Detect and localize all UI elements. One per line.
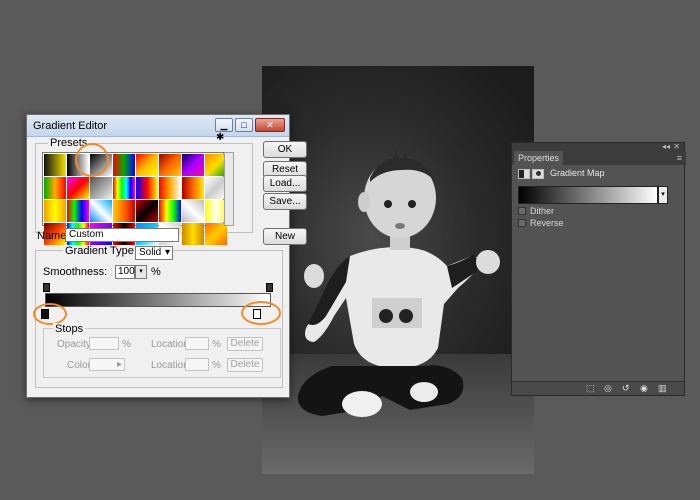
- arrow-right-icon[interactable]: ▸: [117, 359, 122, 370]
- smoothness-input[interactable]: 100: [115, 265, 135, 279]
- properties-footer: ⬚ ◎ ↺ ◉ ▥: [512, 381, 684, 395]
- preset-swatch[interactable]: [182, 200, 204, 222]
- reverse-label: Reverse: [530, 218, 564, 228]
- dither-checkbox[interactable]: [518, 207, 526, 215]
- gradient-map-preview[interactable]: [518, 186, 658, 204]
- load-button[interactable]: Load...: [263, 175, 307, 192]
- dialog-title: Gradient Editor: [33, 119, 107, 132]
- preset-swatch[interactable]: [113, 154, 135, 176]
- tab-properties[interactable]: Properties: [514, 151, 564, 165]
- ok-button[interactable]: OK: [263, 141, 307, 158]
- preset-swatch[interactable]: [44, 177, 66, 199]
- close-icon[interactable]: ✕: [673, 142, 680, 151]
- opacity-input[interactable]: [89, 337, 119, 350]
- gradient-preview-bar[interactable]: [45, 293, 271, 307]
- preset-swatch[interactable]: [44, 200, 66, 222]
- gear-icon[interactable]: ✱: [216, 132, 224, 143]
- preset-swatch[interactable]: [44, 154, 66, 176]
- panel-header-strip[interactable]: ◂◂ ✕: [512, 142, 684, 151]
- canvas-photo: [262, 66, 534, 474]
- adjustment-icon: [518, 169, 530, 179]
- opacity-stop-left[interactable]: [43, 283, 50, 292]
- preset-swatch[interactable]: [205, 223, 227, 245]
- properties-tabbar: Properties ≡: [512, 151, 686, 165]
- new-button[interactable]: New: [263, 228, 307, 245]
- name-input[interactable]: Custom: [65, 228, 179, 242]
- view-previous-icon[interactable]: ◎: [604, 383, 612, 394]
- child-figure: [297, 150, 500, 417]
- preset-swatch-grid: [42, 152, 227, 245]
- preset-swatch[interactable]: [90, 200, 112, 222]
- opacity-unit: %: [122, 339, 131, 350]
- opacity-location-input[interactable]: [185, 337, 209, 350]
- color-location-input[interactable]: [185, 358, 209, 371]
- delete-color-stop-button[interactable]: Delete: [227, 358, 263, 372]
- preset-swatch[interactable]: [159, 200, 181, 222]
- opacity-stop-right[interactable]: [266, 283, 273, 292]
- reset-icon[interactable]: ↺: [622, 383, 630, 394]
- highlight-circle-right: [241, 301, 281, 325]
- opacity-location-unit: %: [212, 339, 221, 350]
- smoothness-label: Smoothness:: [43, 266, 108, 278]
- highlight-circle-left: [33, 303, 67, 325]
- gradient-type-select[interactable]: Solid ▾: [135, 246, 173, 260]
- close-button[interactable]: ✕: [255, 118, 285, 132]
- preset-swatch[interactable]: [136, 177, 158, 199]
- chevron-down-icon: ▾: [164, 247, 170, 258]
- highlight-circle: [75, 143, 109, 177]
- reverse-checkbox[interactable]: [518, 219, 526, 227]
- smoothness-dropdown[interactable]: ▾: [135, 265, 147, 279]
- preset-swatch[interactable]: [90, 177, 112, 199]
- preset-swatch[interactable]: [67, 200, 89, 222]
- preset-swatch[interactable]: [113, 177, 135, 199]
- dither-label: Dither: [530, 206, 555, 216]
- minimize-button[interactable]: ▁: [215, 118, 233, 132]
- presets-group: Presets ✱: [35, 132, 253, 245]
- delete-opacity-stop-button[interactable]: Delete: [227, 337, 263, 351]
- preset-swatch[interactable]: [136, 200, 158, 222]
- preset-swatch[interactable]: [67, 177, 89, 199]
- preset-swatch[interactable]: [113, 200, 135, 222]
- collapse-icon[interactable]: ◂◂: [662, 142, 670, 151]
- properties-panel: ◂◂ ✕ Properties ≡ Gradient Map ▾ Dither …: [511, 142, 686, 396]
- save-button[interactable]: Save...: [263, 193, 307, 210]
- preset-swatch[interactable]: [182, 223, 204, 245]
- preset-swatch[interactable]: [182, 177, 204, 199]
- preset-swatch[interactable]: [182, 154, 204, 176]
- presets-scrollbar[interactable]: [224, 152, 234, 226]
- trash-icon[interactable]: ▥: [658, 383, 667, 394]
- mask-icon[interactable]: [532, 169, 544, 179]
- stops-label: Stops: [53, 323, 86, 335]
- dialog-titlebar[interactable]: Gradient Editor ▁ □ ✕: [27, 115, 289, 137]
- preset-swatch[interactable]: [159, 154, 181, 176]
- visibility-icon[interactable]: ◉: [640, 383, 648, 394]
- preset-swatch[interactable]: [136, 154, 158, 176]
- maximize-button[interactable]: □: [235, 118, 253, 132]
- gradient-type-value: Solid: [139, 247, 162, 258]
- gradient-map-title: Gradient Map: [550, 168, 605, 178]
- smoothness-unit: %: [151, 266, 161, 278]
- color-location-unit: %: [212, 360, 221, 371]
- gradient-type-label: Gradient Type:: [63, 245, 139, 257]
- clip-to-layer-icon[interactable]: ⬚: [586, 383, 595, 394]
- gradient-editor-dialog: Gradient Editor ▁ □ ✕ Presets ✱ OK Reset…: [26, 114, 307, 398]
- preset-swatch[interactable]: [159, 177, 181, 199]
- panel-menu-icon[interactable]: ≡: [677, 153, 682, 163]
- gradient-map-dropdown[interactable]: ▾: [658, 186, 668, 204]
